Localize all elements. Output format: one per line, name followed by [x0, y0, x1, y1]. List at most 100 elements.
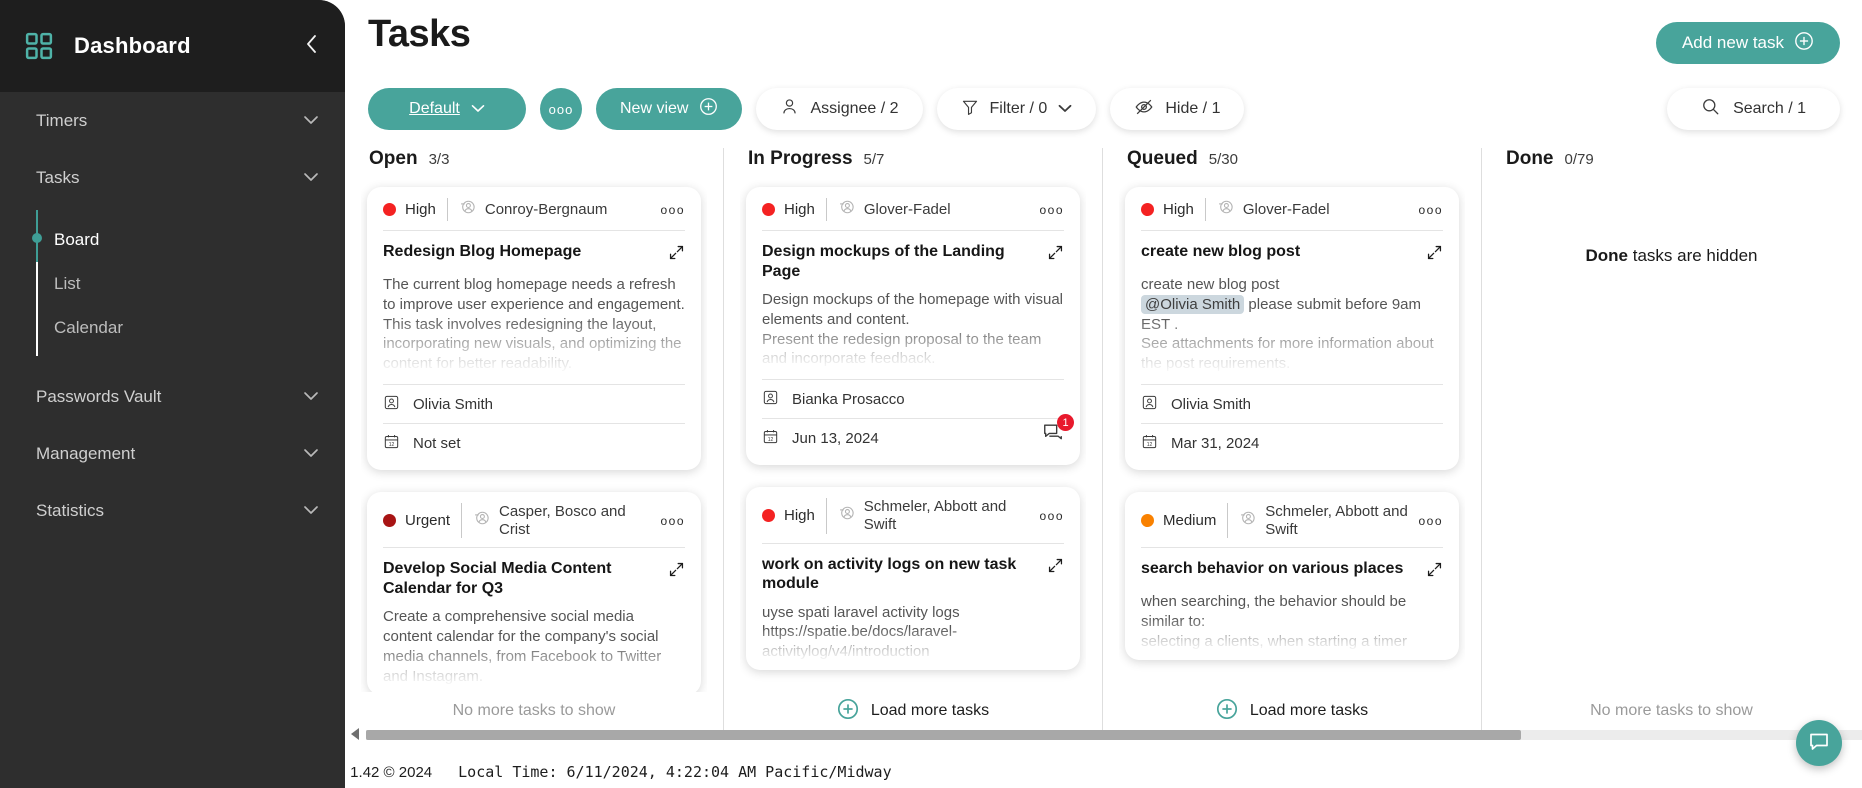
sidebar-item-calendar[interactable]: Calendar — [36, 306, 345, 350]
column-title: Queued — [1127, 148, 1198, 169]
search-button[interactable]: Search / 1 — [1667, 88, 1840, 130]
task-card[interactable]: High Conroy-Bergnaum ooo Redesign Blog Ho… — [367, 187, 701, 470]
client-info: Conroy-Bergnaum — [459, 198, 653, 221]
task-description: The current blog homepage needs a refres… — [383, 276, 685, 373]
column-title: Done — [1506, 148, 1554, 169]
task-assignee-row[interactable]: Olivia Smith — [1141, 383, 1443, 423]
task-card-menu-button[interactable]: ooo — [660, 514, 685, 528]
expand-icon[interactable] — [1047, 244, 1064, 266]
sidebar-item-label: Passwords Vault — [36, 386, 162, 406]
view-selector[interactable]: Default — [368, 88, 526, 130]
separator — [825, 498, 827, 534]
scroll-left-icon[interactable] — [345, 727, 366, 743]
task-title: Develop Social Media Content Calendar fo… — [383, 560, 612, 597]
assignee-name: Olivia Smith — [1171, 395, 1252, 413]
filter-button[interactable]: Filter / 0 — [936, 88, 1097, 130]
footer-local-time: Local Time: 6/11/2024, 4:22:04 AM Pacifi… — [458, 763, 892, 781]
expand-icon[interactable] — [668, 244, 685, 266]
assignee-icon — [762, 389, 779, 410]
assignee-filter-button[interactable]: Assignee / 2 — [756, 88, 923, 130]
task-card[interactable]: Medium Schmeler, Abbott and Swift ooo sea… — [1125, 491, 1459, 660]
client-info: Schmeler, Abbott and Swift — [1239, 503, 1410, 538]
due-date-value: Not set — [413, 434, 461, 452]
view-selector-label: Default — [409, 100, 460, 117]
column-title: Open — [369, 148, 418, 169]
task-card-menu-button[interactable]: ooo — [1418, 514, 1443, 528]
sidebar-collapse-icon[interactable] — [305, 33, 319, 59]
task-title-row: search behavior on various places — [1141, 559, 1443, 583]
sidebar-header: Dashboard — [0, 0, 345, 92]
task-title: create new blog post — [1141, 243, 1301, 260]
column-footer[interactable]: Load more tasks — [740, 694, 1086, 728]
client-name: Schmeler, Abbott and Swift — [1265, 502, 1408, 538]
page-title: Tasks — [368, 13, 471, 55]
column-footer: No more tasks to show — [1498, 694, 1845, 728]
plus-circle-icon — [1216, 698, 1238, 725]
client-info: Glover-Fadel — [838, 198, 1032, 221]
toolbar: Default ooo New view Assignee / 2 Filter — [368, 88, 1245, 130]
task-card[interactable]: High Schmeler, Abbott and Swift ooo work … — [746, 487, 1080, 671]
sidebar-item-management[interactable]: Management — [0, 425, 345, 482]
due-date-value: Jun 13, 2024 — [792, 430, 879, 448]
done-hidden-bold: Done — [1585, 246, 1629, 265]
new-view-button[interactable]: New view — [596, 88, 743, 130]
task-due-date-row[interactable]: 12 Jun 13, 2024 1 — [762, 414, 1074, 457]
calendar-icon: 12 — [383, 433, 400, 454]
task-due-date-row[interactable]: 12 Mar 31, 2024 — [1141, 422, 1443, 462]
task-card-menu-button[interactable]: ooo — [1039, 509, 1064, 523]
board-horizontal-scrollbar[interactable] — [345, 727, 1862, 743]
expand-icon[interactable] — [1426, 244, 1443, 266]
expand-icon[interactable] — [1426, 561, 1443, 583]
client-icon — [838, 198, 856, 221]
sidebar-subitem-label: Board — [54, 230, 100, 249]
task-card[interactable]: High Glover-Fadel ooo Design mockups of t… — [746, 187, 1080, 466]
sidebar-item-timers[interactable]: Timers — [0, 92, 345, 149]
sidebar-item-statistics[interactable]: Statistics — [0, 482, 345, 539]
task-assignee-row[interactable]: Bianka Prosacco — [762, 379, 1064, 418]
task-assignee-row[interactable]: Olivia Smith — [383, 383, 685, 423]
eye-off-icon — [1134, 97, 1154, 122]
task-card-header: High Glover-Fadel ooo — [1141, 198, 1443, 231]
task-card[interactable]: High Glover-Fadel ooo create new blog pos… — [1125, 187, 1459, 470]
search-label: Search / 1 — [1733, 100, 1806, 117]
column-card-list: High Glover-Fadel ooo create new blog pos… — [1119, 180, 1465, 692]
expand-icon[interactable] — [1047, 557, 1064, 579]
task-due-date-row[interactable]: 12 Not set — [383, 422, 685, 462]
scrollbar-track[interactable] — [366, 730, 1862, 740]
comment-count-badge[interactable]: 1 — [1042, 414, 1074, 447]
scrollbar-thumb[interactable] — [366, 730, 1521, 740]
load-more-tasks-button[interactable]: Load more tasks — [1216, 698, 1368, 725]
svg-text:12: 12 — [1147, 442, 1153, 448]
sidebar-item-passwords-vault[interactable]: Passwords Vault — [0, 368, 345, 425]
expand-icon[interactable] — [668, 561, 685, 583]
task-card[interactable]: Urgent Casper, Bosco and Crist ooo Develo… — [367, 491, 701, 692]
column-header: In Progress 5/7 — [740, 148, 1086, 178]
plus-circle-icon — [837, 698, 859, 725]
task-title: search behavior on various places — [1141, 560, 1404, 578]
sidebar-item-board[interactable]: Board — [36, 218, 345, 262]
priority-label: High — [784, 201, 815, 218]
chat-support-button[interactable] — [1796, 720, 1842, 766]
mention-chip[interactable]: @Olivia Smith — [1141, 294, 1245, 314]
column-card-list: Done tasks are hidden — [1498, 180, 1845, 692]
view-options-button[interactable]: ooo — [540, 88, 582, 130]
task-card-menu-button[interactable]: ooo — [1418, 203, 1443, 217]
sidebar-item-tasks[interactable]: Tasks — [0, 149, 345, 206]
hide-button[interactable]: Hide / 1 — [1110, 88, 1245, 130]
task-card-header: High Conroy-Bergnaum ooo — [383, 198, 685, 231]
done-hidden-rest: tasks are hidden — [1628, 246, 1758, 265]
sidebar-item-label: Statistics — [36, 500, 105, 520]
add-new-task-button[interactable]: Add new task — [1655, 22, 1840, 64]
column-count: 0/79 — [1564, 151, 1594, 168]
column-footer[interactable]: Load more tasks — [1119, 694, 1465, 728]
priority-label: Urgent — [405, 512, 451, 530]
task-title-row: Redesign Blog Homepage — [383, 242, 685, 266]
priority-dot-icon — [1141, 203, 1154, 216]
sidebar-item-label: Tasks — [36, 167, 80, 187]
client-icon — [473, 509, 491, 532]
load-more-tasks-button[interactable]: Load more tasks — [837, 698, 989, 725]
task-card-menu-button[interactable]: ooo — [660, 203, 685, 217]
task-card-menu-button[interactable]: ooo — [1039, 203, 1064, 217]
sidebar-item-list[interactable]: List — [36, 262, 345, 306]
assignee-filter-label: Assignee / 2 — [810, 100, 899, 117]
